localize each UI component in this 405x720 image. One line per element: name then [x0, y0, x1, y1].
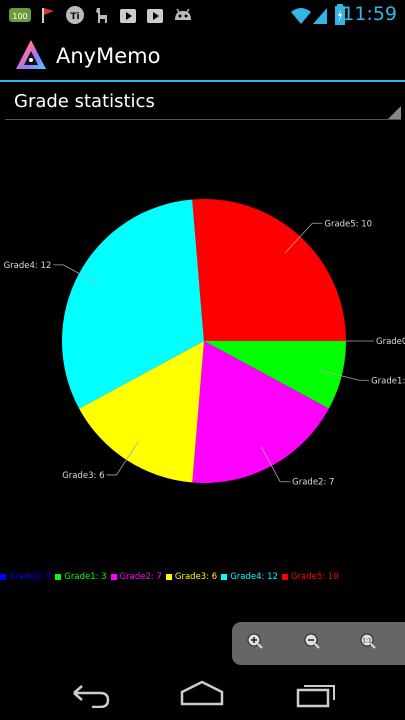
legend-label: Grade2: 7 — [119, 572, 162, 582]
play-store-icon — [145, 5, 165, 25]
legend-item: Grade4: 12 — [221, 572, 278, 582]
legend-item: Grade0: 0 — [0, 572, 51, 582]
legend-swatch — [0, 574, 6, 580]
legend-swatch — [221, 574, 228, 580]
slice-label: Grade4: 12 — [4, 261, 52, 271]
spinner-selected-label: Grade statistics — [14, 91, 155, 112]
slice-label: Grade2: 7 — [292, 478, 334, 488]
legend-item: Grade1: 3 — [55, 572, 107, 582]
flag-icon — [40, 5, 56, 25]
spinner-arrow-icon — [388, 106, 401, 119]
signal-icon — [312, 5, 328, 25]
svg-text:1:1: 1:1 — [362, 638, 372, 645]
navigation-bar — [0, 666, 405, 720]
legend-swatch — [110, 574, 117, 580]
zoom-in-icon[interactable] — [246, 632, 264, 650]
llama-icon — [92, 5, 110, 25]
legend-label: Grade1: 3 — [64, 572, 107, 582]
legend-item: Grade3: 6 — [165, 572, 218, 582]
legend-swatch — [165, 574, 172, 580]
zoom-controls: 1:1 — [232, 622, 405, 665]
back-icon[interactable] — [68, 678, 112, 709]
pie-slice-grade5 — [192, 199, 346, 341]
android-icon — [172, 5, 194, 25]
legend-swatch — [281, 574, 288, 580]
home-icon[interactable] — [180, 678, 224, 708]
legend-item: Grade5: 10 — [281, 572, 339, 582]
chart-legend: Grade0: 0 Grade1: 3 Grade2: 7 Grade3: 6 Grad… — [0, 570, 405, 584]
legend-label: Grade0: 0 — [9, 572, 52, 582]
legend-item: Grade2: 7 — [110, 572, 162, 582]
legend-swatch — [55, 574, 62, 580]
statistics-type-spinner[interactable]: Grade statistics — [5, 86, 401, 120]
slice-label: Grade5: 10 — [324, 219, 372, 229]
grade-pie-chart: Grade0: 0 Grade1: 3 Grade2: 7 Grade3: 6 Grad… — [4, 199, 405, 488]
zoom-reset-icon[interactable]: 1:1 — [359, 632, 377, 650]
svg-text:Ti: Ti — [70, 12, 79, 22]
recent-apps-icon[interactable] — [294, 678, 338, 708]
ti-icon: Ti — [64, 5, 86, 25]
action-bar-divider — [0, 80, 405, 82]
legend-label: Grade5: 10 — [290, 572, 339, 582]
wifi-icon — [290, 5, 312, 25]
slice-label: Grade3: 6 — [62, 471, 104, 481]
notification-badge-icon: 100 — [8, 5, 32, 25]
play-store-icon — [118, 5, 138, 25]
clock: 11:59 — [342, 3, 397, 25]
slice-label: Grade1: 3 — [371, 376, 405, 386]
slice-label: Grade0: 0 — [376, 337, 405, 347]
status-bar: 100 Ti 11:59 — [0, 0, 405, 30]
app-title: AnyMemo — [56, 44, 161, 68]
legend-label: Grade4: 12 — [230, 572, 278, 582]
app-logo-icon[interactable] — [14, 38, 48, 72]
svg-text:100: 100 — [12, 12, 27, 21]
legend-label: Grade3: 6 — [174, 572, 218, 582]
zoom-out-icon[interactable] — [303, 632, 321, 650]
